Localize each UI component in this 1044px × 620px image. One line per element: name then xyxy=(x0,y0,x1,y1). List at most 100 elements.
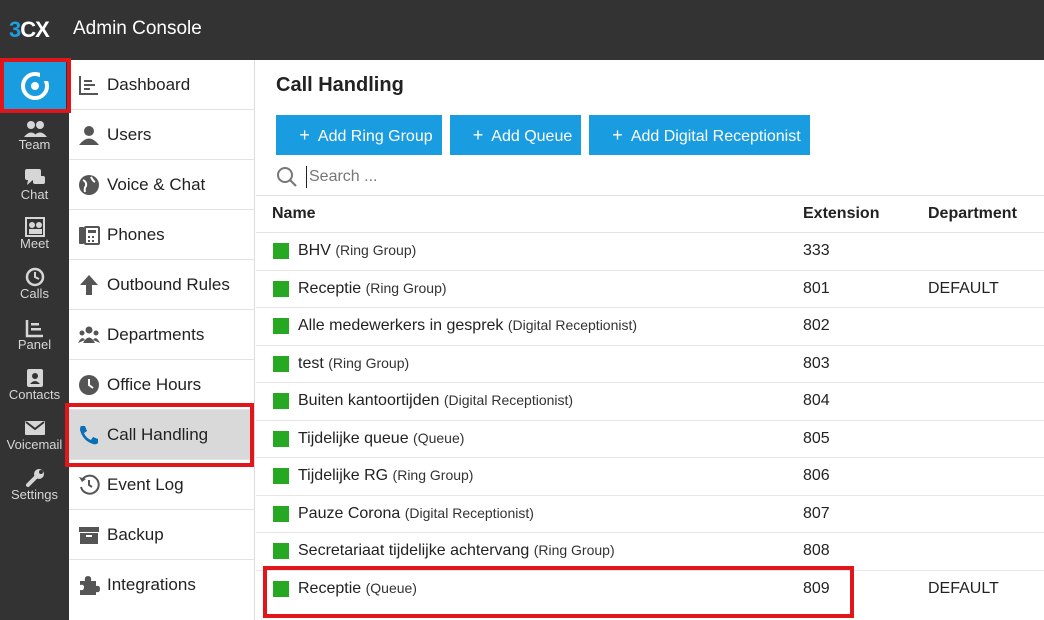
puzzle-icon xyxy=(80,576,100,595)
search-input[interactable] xyxy=(306,166,706,188)
table-row[interactable]: Tijdelijke queue (Queue) 805 xyxy=(256,421,1044,458)
table-row[interactable]: Receptie (Ring Group) 801 DEFAULT xyxy=(256,271,1044,308)
nav-label: Outbound Rules xyxy=(107,275,230,294)
row-extension: 807 xyxy=(803,504,830,522)
column-header-department[interactable]: Department xyxy=(928,205,1017,223)
row-name: Receptie (Queue) xyxy=(298,579,417,597)
button-label: Add Queue xyxy=(491,128,573,145)
nav-item-outbound-rules[interactable]: Outbound Rules xyxy=(69,260,255,310)
table-row[interactable]: BHV (Ring Group) 333 xyxy=(256,233,1044,271)
dashboard-icon xyxy=(79,76,98,95)
table-row[interactable]: Alle medewerkers in gesprek (Digital Rec… xyxy=(256,308,1044,346)
status-indicator xyxy=(273,318,289,334)
history-icon xyxy=(79,474,100,495)
add-digital-receptionist-button[interactable]: + Add Digital Receptionist xyxy=(589,115,810,155)
plus-icon: + xyxy=(299,125,310,145)
search-bar xyxy=(256,158,1044,196)
search-icon xyxy=(277,167,297,187)
icon-rail: Team Chat Meet Calls Panel Contacts Voic… xyxy=(0,60,69,620)
rail-label: Team xyxy=(18,137,51,152)
nav-item-integrations[interactable]: Integrations xyxy=(69,560,255,610)
add-ring-group-button[interactable]: + Add Ring Group xyxy=(276,115,442,155)
archive-icon xyxy=(79,527,99,544)
button-label: Add Ring Group xyxy=(317,128,433,145)
nav-label: Integrations xyxy=(107,575,196,594)
departments-icon xyxy=(78,326,100,343)
nav-item-dashboard[interactable]: Dashboard xyxy=(69,60,255,110)
meet-icon xyxy=(24,217,45,237)
table-row[interactable]: Secretariaat tijdelijke achtervang (Ring… xyxy=(256,533,1044,571)
column-header-extension[interactable]: Extension xyxy=(803,205,879,223)
nav-label: Event Log xyxy=(107,475,184,494)
nav-label: Call Handling xyxy=(107,425,209,444)
row-extension: 808 xyxy=(803,542,830,559)
rail-settings[interactable]: Settings xyxy=(0,468,69,518)
page-title: Call Handling xyxy=(276,74,404,96)
nav-label: Users xyxy=(107,125,152,144)
add-queue-button[interactable]: + Add Queue xyxy=(450,115,581,155)
nav-label: Departments xyxy=(107,325,205,344)
contacts-icon xyxy=(26,369,43,387)
phone-handset-icon xyxy=(80,426,98,445)
globe-icon xyxy=(79,175,99,195)
rail-panel[interactable]: Panel xyxy=(0,318,69,368)
status-indicator xyxy=(273,580,289,597)
call-handling-table: BHV (Ring Group) 333 Receptie (Ring Grou… xyxy=(256,233,1044,608)
table-row[interactable]: Tijdelijke RG (Ring Group) 806 xyxy=(256,458,1044,496)
nav-item-call-handling[interactable]: Call Handling xyxy=(69,410,255,460)
nav-item-phones[interactable]: Phones xyxy=(69,210,255,260)
nav-item-event-log[interactable]: Event Log xyxy=(69,460,255,510)
status-indicator xyxy=(273,355,289,372)
voicemail-icon xyxy=(24,421,45,435)
plus-icon: + xyxy=(612,125,623,145)
clock-icon xyxy=(79,375,99,395)
brand-logo[interactable]: 3CX xyxy=(9,17,50,43)
settings-icon xyxy=(25,469,44,487)
rail-meet[interactable]: Meet xyxy=(0,217,69,267)
status-indicator xyxy=(273,430,289,447)
plus-icon: + xyxy=(472,125,484,145)
row-extension: 806 xyxy=(803,467,830,484)
row-extension: 804 xyxy=(803,392,830,409)
nav-item-backup[interactable]: Backup xyxy=(69,510,255,560)
rail-label: Settings xyxy=(11,487,58,502)
panel-icon xyxy=(25,320,43,338)
row-name: Secretariaat tijdelijke achtervang (Ring… xyxy=(298,542,615,559)
nav-item-voice-chat[interactable]: Voice & Chat xyxy=(69,160,255,210)
main-content: Call Handling + Add Ring Group + Add Queue… xyxy=(256,60,1044,620)
rail-chat[interactable]: Chat xyxy=(0,168,69,218)
chat-icon xyxy=(24,169,45,185)
column-header-name[interactable]: Name xyxy=(272,205,316,223)
arrow-up-icon xyxy=(80,275,98,295)
settings-menu: Dashboard Users Voice & Chat Phones Outb… xyxy=(69,60,255,620)
rail-contacts[interactable]: Contacts xyxy=(0,368,69,418)
row-department: DEFAULT xyxy=(928,279,999,297)
nav-item-departments[interactable]: Departments xyxy=(69,310,255,360)
rail-team[interactable]: Team xyxy=(0,120,69,170)
rail-voicemail[interactable]: Voicemail xyxy=(0,418,69,468)
rail-calls[interactable]: Calls xyxy=(0,267,69,317)
nav-label: Office Hours xyxy=(107,375,202,394)
table-header: Name Extension Department xyxy=(256,197,1044,233)
rail-label: Voicemail xyxy=(6,437,63,452)
row-extension: 803 xyxy=(803,354,830,372)
row-name: BHV (Ring Group) xyxy=(298,242,417,259)
rail-label: Chat xyxy=(20,187,49,202)
row-name: Tijdelijke RG (Ring Group) xyxy=(298,467,474,484)
status-indicator xyxy=(273,543,289,559)
table-row[interactable]: Buiten kantoortijden (Digital Receptioni… xyxy=(256,383,1044,421)
home-button[interactable] xyxy=(4,62,66,110)
nav-item-users[interactable]: Users xyxy=(69,110,255,160)
status-indicator xyxy=(273,243,289,259)
row-name: Receptie (Ring Group) xyxy=(298,279,447,297)
table-row[interactable]: test (Ring Group) 803 xyxy=(256,346,1044,383)
table-row[interactable]: Receptie (Queue) 809 DEFAULT xyxy=(256,571,1044,609)
status-indicator xyxy=(273,505,289,522)
rail-label: Meet xyxy=(20,236,49,251)
nav-item-office-hours[interactable]: Office Hours xyxy=(69,360,255,410)
table-row[interactable]: Pauze Corona (Digital Receptionist) 807 xyxy=(256,496,1044,533)
row-department: DEFAULT xyxy=(928,579,999,597)
row-name: Buiten kantoortijden (Digital Receptioni… xyxy=(298,392,574,409)
nav-label: Backup xyxy=(107,525,164,544)
rail-label: Calls xyxy=(20,286,49,301)
